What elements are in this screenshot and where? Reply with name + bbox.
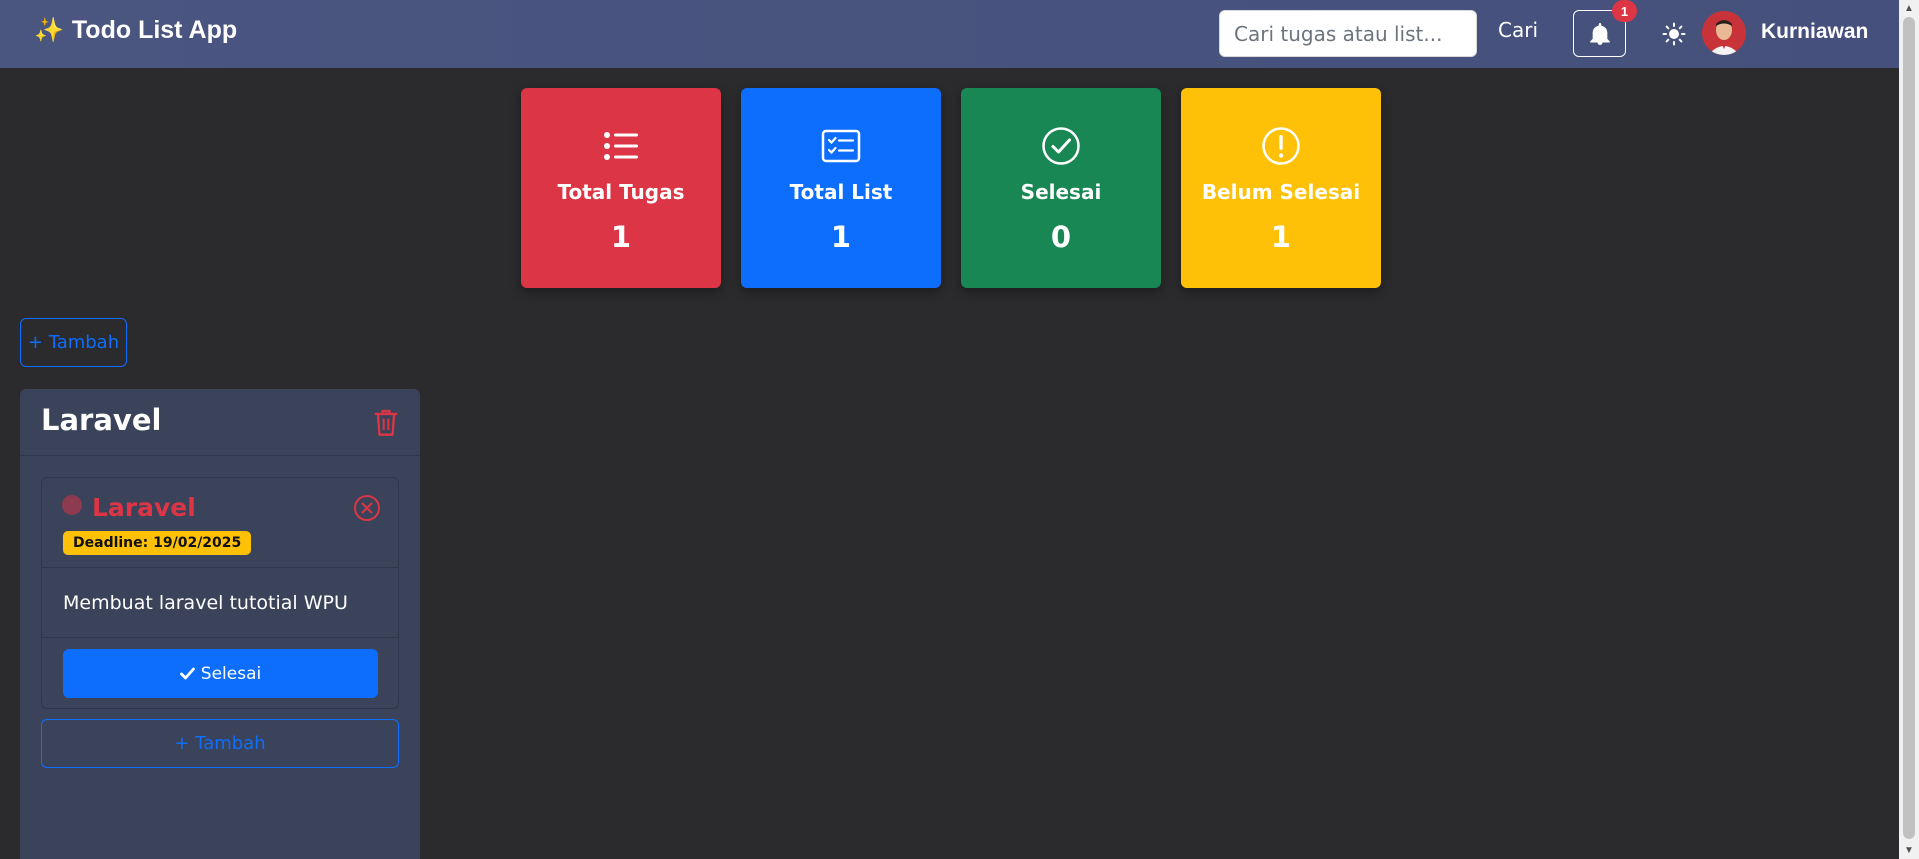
mark-done-button[interactable]: Selesai — [63, 649, 378, 698]
list-icon — [604, 132, 638, 160]
stat-card-belum-selesai: Belum Selesai 1 — [1181, 88, 1381, 288]
stat-label: Belum Selesai — [1201, 180, 1361, 204]
sun-icon — [1662, 22, 1686, 46]
stat-label: Total Tugas — [557, 180, 685, 204]
stat-value: 1 — [1270, 220, 1292, 254]
bell-icon — [1589, 22, 1610, 45]
scroll-up-arrow-icon[interactable]: ▲ — [1899, 0, 1919, 17]
deadline-badge: Deadline: 19/02/2025 — [63, 531, 252, 555]
task-card: Laravel Deadline: 19/02/2025 Membuat lar… — [41, 477, 399, 709]
stat-value: 0 — [1050, 220, 1072, 254]
brand[interactable]: ✨ Todo List App — [34, 16, 237, 45]
list-header: Laravel — [20, 389, 420, 456]
task-header: Laravel Deadline: 19/02/2025 — [42, 478, 398, 568]
check-circle-icon — [1042, 127, 1080, 165]
add-list-button[interactable]: + Tambah — [20, 318, 127, 367]
navbar: ✨ Todo List App Cari 1 Kurniawan — [0, 0, 1899, 68]
stat-card-selesai: Selesai 0 — [961, 88, 1161, 288]
exclamation-circle-icon — [1262, 127, 1300, 165]
add-task-button[interactable]: + Tambah — [41, 719, 399, 768]
search-button[interactable]: Cari — [1498, 18, 1538, 42]
list-column: Laravel Laravel Deadline: 19/02/2025 Mem… — [20, 389, 420, 859]
stat-value: 1 — [610, 220, 632, 254]
stat-card-total-tugas: Total Tugas 1 — [521, 88, 721, 288]
task-body: Membuat laravel tutotial WPU — [42, 568, 398, 638]
close-circle-icon[interactable] — [353, 494, 381, 522]
stat-label: Selesai — [1020, 180, 1102, 204]
checklist-icon — [821, 129, 861, 163]
stat-label: Total List — [789, 180, 893, 204]
list-title: Laravel — [41, 403, 162, 437]
scroll-thumb[interactable] — [1903, 17, 1915, 839]
scroll-down-arrow-icon[interactable]: ▼ — [1899, 842, 1919, 859]
task-description: Membuat laravel tutotial WPU — [63, 592, 348, 614]
task-title: Laravel — [92, 493, 196, 522]
theme-toggle[interactable] — [1660, 20, 1688, 48]
search-input[interactable] — [1219, 10, 1477, 57]
stat-value: 1 — [830, 220, 852, 254]
notification-badge: 1 — [1612, 0, 1637, 22]
avatar-image — [1702, 11, 1746, 55]
username[interactable]: Kurniawan — [1761, 20, 1868, 44]
stat-card-total-list: Total List 1 — [741, 88, 941, 288]
mark-done-label: Selesai — [200, 663, 262, 684]
check-icon — [179, 667, 195, 680]
task-status-dot — [62, 495, 82, 515]
scrollbar[interactable]: ▲ ▼ — [1899, 0, 1919, 859]
trash-icon[interactable] — [372, 407, 400, 437]
avatar[interactable] — [1702, 11, 1746, 55]
brand-title: Todo List App — [71, 16, 238, 44]
sparkles-icon: ✨ — [34, 16, 64, 44]
